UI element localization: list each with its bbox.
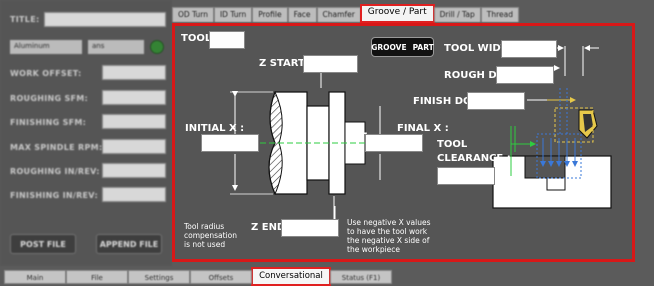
groove-part-toggle[interactable]: GROOVE PART bbox=[371, 37, 434, 57]
finishing-in-rev-label: FINISHING IN/REV: bbox=[10, 191, 98, 200]
initial-x-label: INITIAL X : bbox=[185, 123, 245, 134]
tab-chamfer[interactable]: Chamfer bbox=[316, 7, 361, 22]
tab-face[interactable]: Face bbox=[287, 7, 317, 22]
title-label: TITLE: bbox=[10, 15, 40, 24]
final-x-label: FINAL X : bbox=[397, 123, 449, 134]
max-spindle-rpm-input[interactable] bbox=[102, 139, 166, 154]
tab-thread[interactable]: Thread bbox=[480, 7, 519, 22]
radius-compensation-note: Tool radius compensation is not used bbox=[184, 222, 238, 249]
groove-part-panel: TOOL : GROOVE PART Z START : INITIAL X :… bbox=[172, 23, 635, 262]
bottom-tab-bar: Main File Settings Offsets Conversationa… bbox=[0, 267, 654, 286]
roughing-sfm-input[interactable] bbox=[102, 90, 166, 105]
tab-main[interactable]: Main bbox=[4, 270, 66, 284]
finishing-sfm-input[interactable] bbox=[102, 114, 166, 129]
roughing-in-rev-input[interactable] bbox=[102, 163, 166, 178]
material-select[interactable]: Aluminum bbox=[10, 40, 82, 54]
tab-groove-part[interactable]: Groove / Part bbox=[359, 4, 435, 23]
part-toggle-label: PART bbox=[412, 42, 434, 52]
work-offset-input[interactable] bbox=[102, 65, 166, 80]
operation-tab-bar: OD Turn ID Turn Profile Face Chamfer Gro… bbox=[172, 4, 519, 23]
finishing-in-rev-input[interactable] bbox=[102, 187, 166, 202]
roughing-in-rev-label: ROUGHING IN/REV: bbox=[10, 167, 100, 176]
workpiece bbox=[260, 90, 370, 196]
z-start-input[interactable] bbox=[303, 55, 358, 73]
tab-drill-tap[interactable]: Drill / Tap bbox=[433, 7, 481, 22]
roughing-sfm-label: ROUGHING SFM: bbox=[10, 94, 89, 103]
initial-x-input[interactable] bbox=[201, 134, 259, 152]
tab-profile[interactable]: Profile bbox=[252, 7, 288, 22]
tab-od-turn[interactable]: OD Turn bbox=[172, 7, 214, 22]
finish-doc-input[interactable] bbox=[467, 92, 525, 110]
finishing-sfm-label: FINISHING SFM: bbox=[10, 118, 87, 127]
units-select[interactable]: ans bbox=[88, 40, 144, 54]
left-panel: TITLE: Aluminum ans WORK OFFSET: ROUGHIN… bbox=[0, 0, 172, 266]
title-input[interactable] bbox=[44, 12, 166, 27]
tab-file[interactable]: File bbox=[66, 270, 128, 284]
tab-conversational[interactable]: Conversational bbox=[251, 267, 331, 286]
max-spindle-rpm-label: MAX SPINDLE RPM: bbox=[10, 143, 103, 152]
z-end-input[interactable] bbox=[281, 219, 339, 237]
tab-offsets[interactable]: Offsets bbox=[190, 270, 252, 284]
negative-x-note: Use negative X values to have the tool w… bbox=[347, 218, 431, 254]
append-file-button[interactable]: APPEND FILE bbox=[96, 234, 162, 254]
tool-clearance-label-2: CLEARANCE : bbox=[437, 153, 511, 164]
tool-clearance-label-1: TOOL bbox=[437, 139, 468, 150]
tab-id-turn[interactable]: ID Turn bbox=[213, 7, 253, 22]
tool-width-input[interactable] bbox=[501, 40, 557, 58]
tab-status[interactable]: Status (F1) bbox=[330, 270, 392, 284]
status-led bbox=[150, 40, 164, 54]
tab-settings[interactable]: Settings bbox=[128, 270, 190, 284]
work-offset-label: WORK OFFSET: bbox=[10, 69, 82, 78]
tool-clearance-input[interactable] bbox=[437, 167, 495, 185]
groove-toggle-label: GROOVE bbox=[371, 42, 407, 52]
post-file-button[interactable]: POST FILE bbox=[10, 234, 76, 254]
final-x-input[interactable] bbox=[365, 134, 423, 152]
tool-input[interactable] bbox=[209, 31, 245, 49]
rough-doc-input[interactable] bbox=[496, 66, 554, 84]
